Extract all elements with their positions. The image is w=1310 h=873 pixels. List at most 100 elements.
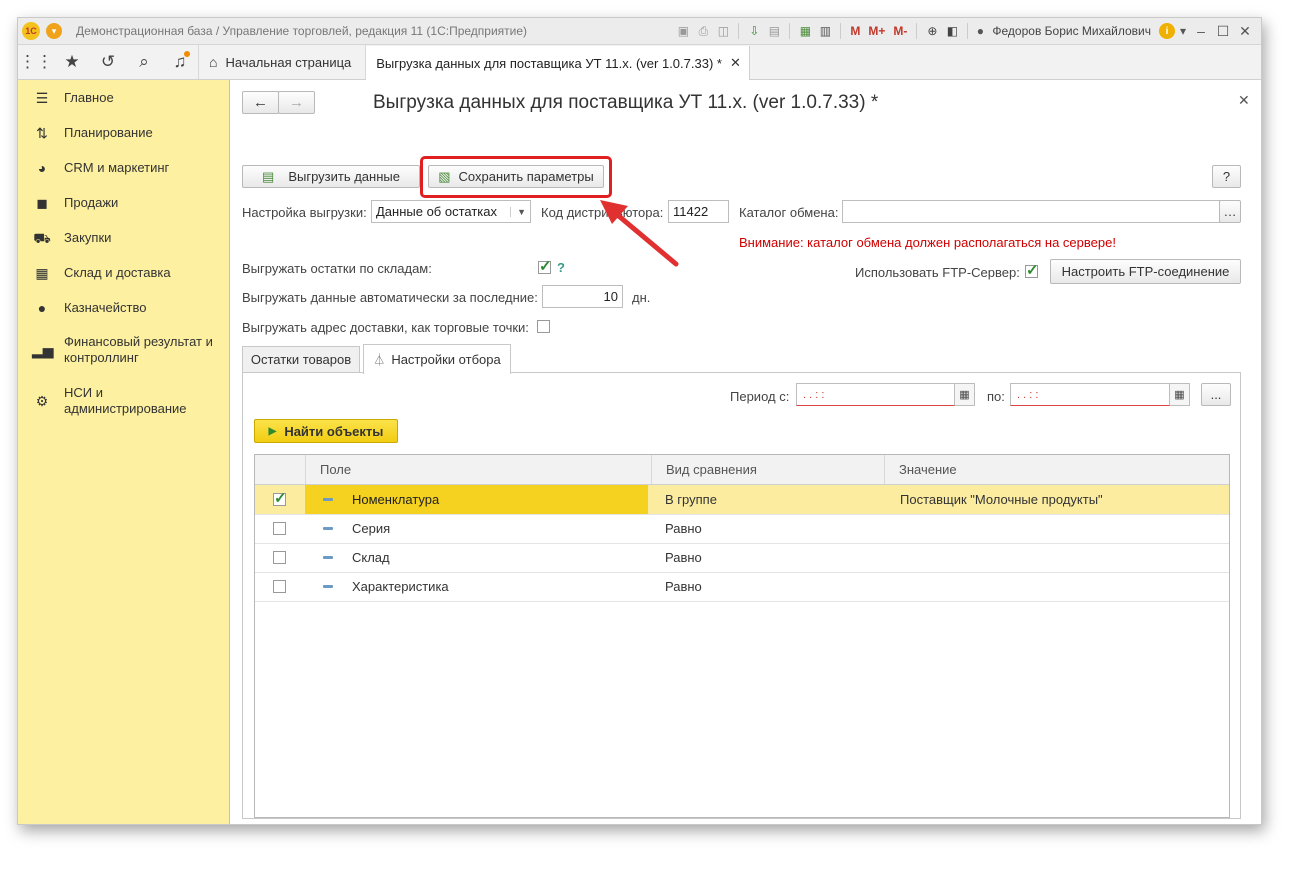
memory-button[interactable]: M (847, 22, 863, 40)
history-icon[interactable]: ↺ (90, 45, 126, 79)
save-icon[interactable]: ▣ (674, 22, 692, 40)
find-objects-button[interactable]: ▶ Найти объекты (254, 419, 398, 443)
apps-grid-icon[interactable]: ⋮⋮ (18, 45, 54, 79)
help-button[interactable]: ? (1212, 165, 1241, 188)
tab-panel: Период с: . . : : ▦ по: . . : : ▦ ... ▶ … (242, 372, 1241, 819)
period-to-field[interactable]: . . : : (1010, 383, 1170, 406)
find-objects-label: Найти объекты (284, 423, 384, 439)
address-checkbox[interactable] (537, 320, 550, 333)
by-warehouse-checkbox[interactable] (538, 257, 552, 275)
play-icon: ▶ (268, 425, 277, 437)
forward-button[interactable]: → (278, 91, 315, 114)
sidebar: ☰ Главное ⇅ Планирование ◕ CRM и маркети… (18, 80, 230, 824)
search-icon[interactable]: ⌕ (126, 45, 162, 79)
row-field: Характеристика (352, 579, 449, 594)
table-row[interactable]: Серия Равно (255, 514, 1229, 544)
1c-logo-icon[interactable]: 1С (22, 22, 40, 40)
row-checkbox[interactable] (273, 580, 286, 593)
row-comparison: В группе (665, 492, 717, 507)
grid-col-comparison[interactable]: Вид сравнения (651, 455, 884, 484)
calendar-icon[interactable]: ▥ (816, 22, 834, 40)
period-more-button[interactable]: ... (1201, 383, 1231, 406)
chevron-down-icon: ▼ (510, 206, 526, 217)
sidebar-item-main[interactable]: ☰ Главное (18, 90, 122, 107)
calendar-to-icon[interactable]: ▦ (1170, 383, 1190, 406)
user-name[interactable]: Федоров Борис Михайлович (992, 24, 1151, 38)
print-icon[interactable]: ⎙ (694, 22, 712, 40)
ruble-icon: ● (37, 300, 47, 316)
by-warehouse-help[interactable]: ? (557, 260, 565, 276)
toolbar-divider (967, 23, 969, 39)
close-form-icon[interactable]: ✕ (1238, 92, 1250, 109)
grid-col-field[interactable]: Поле (305, 455, 651, 484)
table-row[interactable]: Склад Равно (255, 543, 1229, 573)
catalog-select-button[interactable]: … (1219, 200, 1241, 223)
page-title: Выгрузка данных для поставщика УТ 11.x. … (373, 92, 879, 113)
calculator-icon[interactable]: ▦ (796, 22, 814, 40)
close-window-icon[interactable]: ✕ (1235, 23, 1255, 40)
tab-export-form-label: Выгрузка данных для поставщика УТ 11.x. … (376, 55, 722, 71)
sidebar-item-treasury[interactable]: ● Казначейство (18, 300, 154, 317)
sidebar-item-planning[interactable]: ⇅ Планирование (18, 125, 161, 142)
close-tab-icon[interactable]: ✕ (730, 55, 741, 71)
export-icon: ▤ (262, 168, 275, 184)
pie-chart-icon: ◕ (37, 160, 47, 176)
preview-icon[interactable]: ◫ (714, 22, 732, 40)
memory-minus-button[interactable]: M- (890, 22, 910, 40)
minimize-icon[interactable]: – (1191, 23, 1211, 39)
toolbar-divider (789, 23, 791, 39)
menu-lines-icon: ☰ (35, 90, 49, 106)
sidebar-item-finance[interactable]: ▂▅ Финансовый результат и контроллинг (18, 334, 230, 366)
main-menu-icon[interactable]: ▾ (46, 23, 62, 39)
info-icon[interactable]: i (1159, 23, 1175, 39)
row-comparison: Равно (665, 579, 702, 594)
auto-label: Выгружать данные автоматически за послед… (242, 290, 538, 305)
calendar-from-icon[interactable]: ▦ (955, 383, 975, 406)
auto-days-field[interactable]: 10 (542, 285, 623, 308)
tab-filter-settings[interactable]: ⏃ Настройки отбора (363, 344, 511, 374)
tab-stock[interactable]: Остатки товаров (242, 346, 360, 372)
setting-select[interactable]: Данные об остатках ▼ (371, 200, 531, 223)
sidebar-item-sales[interactable]: ◼ Продажи (18, 195, 126, 212)
filter-icon: ⏃ (373, 353, 386, 367)
toolbar-divider (916, 23, 918, 39)
ftp-settings-button[interactable]: Настроить FTP-соединение (1050, 259, 1241, 284)
auto-unit: дн. (632, 290, 651, 305)
catalog-label: Каталог обмена: (739, 205, 839, 220)
title-toolbar: ▣ ⎙ ◫ ⇩ ▤ ▦ ▥ M M+ M- ⊕ ◧ ● Федоров Бори… (674, 22, 1255, 40)
grid-col-value[interactable]: Значение (884, 455, 1229, 484)
chevron-down-icon[interactable]: ▾ (1177, 22, 1189, 40)
row-comparison: Равно (665, 521, 702, 536)
tab-home[interactable]: ⌂ Начальная страница (198, 45, 367, 79)
sidebar-item-nsi[interactable]: ⚙ НСИ и администрирование (18, 385, 230, 417)
ftp-checkbox[interactable] (1025, 261, 1039, 279)
memory-plus-button[interactable]: M+ (865, 22, 888, 40)
period-from-field[interactable]: . . : : (796, 383, 955, 406)
zoom-icon[interactable]: ⊕ (923, 22, 941, 40)
sidebar-item-crm[interactable]: ◕ CRM и маркетинг (18, 160, 177, 177)
toolbar-divider (840, 23, 842, 39)
catalog-field[interactable] (842, 200, 1220, 223)
table-row[interactable]: Характеристика Равно (255, 572, 1229, 602)
setting-label: Настройка выгрузки: (242, 205, 367, 220)
row-checkbox[interactable] (273, 489, 287, 507)
tab-export-form[interactable]: Выгрузка данных для поставщика УТ 11.x. … (366, 46, 750, 80)
back-button[interactable]: ← (242, 91, 279, 114)
maximize-icon[interactable]: ☐ (1213, 23, 1233, 40)
sidebar-item-warehouse[interactable]: ▦ Склад и доставка (18, 265, 179, 282)
row-checkbox[interactable] (273, 522, 286, 535)
ftp-label: Использовать FTP-Сервер: (855, 265, 1020, 280)
download-icon[interactable]: ⇩ (745, 22, 763, 40)
favorites-star-icon[interactable]: ★ (54, 45, 90, 79)
panels-icon[interactable]: ◧ (943, 22, 961, 40)
arrow-right-icon: → (289, 94, 304, 111)
export-data-button[interactable]: ▤ Выгрузить данные (242, 165, 420, 188)
sidebar-item-purchases[interactable]: ⛟ Закупки (18, 230, 119, 247)
row-checkbox[interactable] (273, 551, 286, 564)
by-warehouse-label: Выгружать остатки по складам: (242, 261, 432, 276)
row-field: Серия (352, 521, 391, 536)
table-row[interactable]: Номенклатура В группе Поставщик "Молочны… (255, 485, 1229, 515)
notification-bell-icon[interactable]: ♫ (162, 45, 198, 79)
field-item-icon (323, 527, 333, 530)
document-icon[interactable]: ▤ (765, 22, 783, 40)
